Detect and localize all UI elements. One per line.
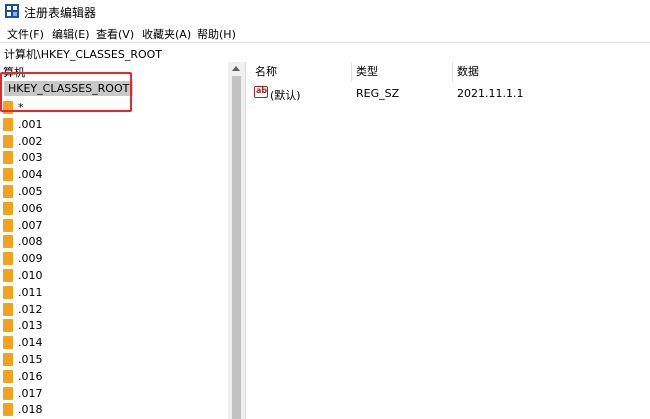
tree-item-label: .015 <box>18 353 43 366</box>
scroll-up-icon[interactable] <box>232 66 240 71</box>
folder-icon <box>3 336 13 350</box>
string-value-icon: ab <box>254 86 268 98</box>
menu-file[interactable]: 文件(F) <box>7 26 44 42</box>
menu-view[interactable]: 查看(V) <box>96 26 134 42</box>
tree-item-label: .007 <box>18 218 43 232</box>
tree-item-label: .005 <box>18 185 43 198</box>
menu-edit[interactable]: 编辑(E) <box>52 26 90 42</box>
folder-icon <box>3 201 13 215</box>
tree-item-label: .003 <box>18 151 43 165</box>
value-data: 2021.11.1.1 <box>457 87 524 100</box>
address-bar[interactable]: 计算机\HKEY_CLASSES_ROOT <box>0 42 650 63</box>
folder-icon <box>3 252 13 266</box>
tree-item-label: .018 <box>18 403 43 417</box>
menu-help[interactable]: 帮助(H) <box>197 26 236 42</box>
tree-item[interactable]: .014 <box>0 334 228 351</box>
tree-item[interactable]: .006 <box>0 200 228 217</box>
tree-item[interactable]: .010 <box>0 267 228 284</box>
tree-item[interactable]: .007 <box>0 217 228 234</box>
tree-item-label: .004 <box>18 168 43 182</box>
column-name-header[interactable]: 名称 <box>251 62 352 82</box>
tree-item-label: .011 <box>18 285 43 299</box>
folder-icon <box>3 168 13 182</box>
tree-item-label: .012 <box>18 302 43 316</box>
tree-item[interactable]: .013 <box>0 317 228 334</box>
tree-item[interactable]: .017 <box>0 385 228 402</box>
tree-item-label: .009 <box>18 252 43 266</box>
folder-icon <box>3 369 13 383</box>
folder-icon <box>3 218 13 232</box>
tree-scrollbar[interactable] <box>228 62 245 419</box>
tree-item[interactable]: .011 <box>0 284 228 301</box>
tree-item-label: .016 <box>18 369 43 383</box>
value-type: REG_SZ <box>356 87 400 100</box>
menu-bar: 文件(F) 编辑(E) 查看(V) 收藏夹(A) 帮助(H) <box>0 24 650 42</box>
tree-item-label: .001 <box>18 117 43 131</box>
menu-favorites[interactable]: 收藏夹(A) <box>142 26 191 42</box>
highlight-annotation <box>0 72 132 112</box>
tree-item[interactable]: .002 <box>0 133 228 150</box>
folder-icon <box>3 285 13 299</box>
tree-item[interactable]: .016 <box>0 368 228 385</box>
title-bar: 注册表编辑器 <box>0 0 650 22</box>
tree-item[interactable]: .009 <box>0 250 228 267</box>
tree-item-label: .008 <box>18 235 43 249</box>
folder-icon <box>3 117 13 131</box>
folder-icon <box>3 403 13 417</box>
table-row[interactable]: ab (默认) REG_SZ 2021.11.1.1 <box>251 84 650 102</box>
folder-icon <box>3 151 13 165</box>
address-path[interactable]: 计算机\HKEY_CLASSES_ROOT <box>4 46 162 62</box>
tree-item-label: .010 <box>18 269 43 282</box>
folder-icon <box>3 353 13 366</box>
tree-item[interactable]: .015 <box>0 351 228 368</box>
tree-item[interactable]: .012 <box>0 301 228 318</box>
folder-icon <box>3 235 13 249</box>
tree-item[interactable]: .003 <box>0 149 228 166</box>
tree-item[interactable]: .001 <box>0 116 228 133</box>
column-type-header[interactable]: 类型 <box>352 62 453 82</box>
folder-icon <box>3 386 13 400</box>
tree-item[interactable]: .008 <box>0 233 228 250</box>
tree-item-label: .014 <box>18 336 43 350</box>
folder-icon <box>3 134 13 148</box>
tree-pane[interactable]: 算机 HKEY_CLASSES_ROOT * .001.002.003.004.0… <box>0 62 228 419</box>
column-data-header[interactable]: 数据 <box>453 62 650 82</box>
tree-item-label: .013 <box>18 319 43 333</box>
registry-editor-icon <box>5 4 19 18</box>
tree-item-label: .006 <box>18 201 43 215</box>
folder-icon <box>3 185 13 198</box>
tree-item-label: .017 <box>18 386 43 400</box>
tree-item[interactable]: .004 <box>0 166 228 183</box>
folder-icon <box>3 319 13 333</box>
scroll-thumb[interactable] <box>232 76 241 419</box>
tree-item-label: .002 <box>18 134 43 148</box>
window-title: 注册表编辑器 <box>24 6 97 20</box>
value-name: (默认) <box>270 89 301 102</box>
tree-item[interactable]: .018 <box>0 401 228 418</box>
folder-icon <box>3 302 13 316</box>
folder-icon <box>3 269 13 282</box>
tree-item[interactable]: .005 <box>0 183 228 200</box>
value-list[interactable]: 名称 类型 数据 ab (默认) REG_SZ 2021.11.1.1 <box>251 62 650 419</box>
